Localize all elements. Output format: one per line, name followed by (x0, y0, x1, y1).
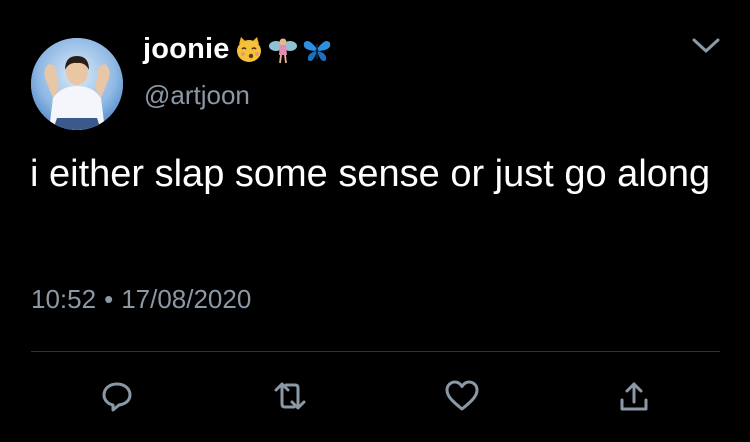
reply-button[interactable] (97, 376, 137, 416)
fairy-icon (268, 35, 298, 65)
tweet-card: joonie @artjoon i either slap some sense… (0, 0, 750, 442)
reply-icon (102, 382, 132, 412)
tweet-text: i either slap some sense or just go alon… (30, 153, 711, 195)
avatar-photo (31, 38, 123, 130)
share-icon (620, 382, 648, 411)
retweet-icon (274, 382, 306, 410)
display-name[interactable]: joonie (143, 33, 230, 66)
chevron-down-icon[interactable] (690, 34, 722, 58)
retweet-button[interactable] (270, 376, 310, 416)
tweet-time: 10:52 (31, 284, 97, 314)
like-button[interactable] (442, 376, 482, 416)
display-name-row[interactable]: joonie (143, 33, 332, 66)
avatar[interactable] (31, 38, 123, 130)
butterfly-icon (302, 35, 332, 65)
user-handle[interactable]: @artjoon (144, 80, 250, 111)
meta-separator: • (104, 284, 114, 314)
share-button[interactable] (614, 376, 654, 416)
kissing-cat-icon (234, 35, 264, 65)
divider (31, 351, 720, 352)
tweet-timestamp[interactable]: 10:52 • 17/08/2020 (31, 284, 251, 315)
heart-icon (445, 380, 479, 411)
tweet-date: 17/08/2020 (121, 284, 252, 314)
